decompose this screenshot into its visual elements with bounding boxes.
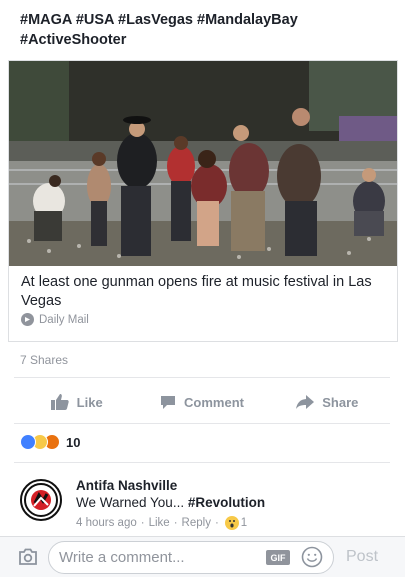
like-button[interactable]: Like — [14, 384, 139, 420]
like-label: Like — [76, 394, 103, 410]
like-icon — [20, 434, 36, 450]
comment-input[interactable]: Write a comment... — [48, 541, 334, 574]
comment-body: We Warned You... #Revolution — [76, 495, 265, 510]
comment-placeholder: Write a comment... — [59, 549, 185, 566]
comment-button[interactable]: Comment — [139, 384, 264, 420]
comment-label: Comment — [184, 394, 244, 410]
wow-reaction-icon — [224, 516, 239, 530]
share-arrow-icon — [296, 395, 315, 409]
divider — [14, 377, 390, 378]
crowd-scene-image — [9, 61, 397, 266]
comment-composer: Write a comment... GIF Post — [0, 536, 405, 577]
comment-reply-link[interactable]: Reply — [182, 517, 211, 529]
divider — [14, 423, 390, 424]
source-name: Daily Mail — [39, 313, 89, 326]
thumbs-up-icon — [50, 394, 69, 410]
news-photo — [9, 61, 397, 266]
link-title[interactable]: At least one gunman opens fire at music … — [21, 273, 387, 311]
post-button[interactable]: Post — [346, 548, 378, 566]
post-hashtags: #MAGA #USA #LasVegas #MandalayBay #Activ… — [20, 12, 298, 48]
divider — [14, 462, 390, 463]
comment-author[interactable]: Antifa Nashville — [76, 478, 177, 493]
comment-time[interactable]: 4 hours ago — [76, 517, 137, 529]
emoji-icon[interactable] — [301, 546, 323, 568]
comment-meta: 4 hours ago · Like · Reply · 1 — [76, 516, 248, 530]
reaction-count: 10 — [66, 434, 81, 450]
share-button[interactable]: Share — [265, 384, 390, 420]
comment-icon — [161, 395, 176, 409]
gif-button[interactable]: GIF — [266, 550, 290, 565]
reactions-summary[interactable]: 10 — [20, 434, 80, 450]
antifa-logo-icon — [24, 483, 58, 517]
action-bar: Like Comment Share — [14, 384, 390, 420]
camera-icon[interactable] — [18, 548, 38, 565]
link-source: Daily Mail — [21, 313, 89, 326]
comment-hashtag[interactable]: #Revolution — [188, 495, 265, 510]
source-icon — [21, 313, 34, 326]
comment-reaction-count[interactable]: 1 — [241, 517, 247, 529]
link-preview-card[interactable]: At least one gunman opens fire at music … — [8, 60, 398, 342]
comment-text: We Warned You... — [76, 495, 188, 510]
share-label: Share — [322, 394, 359, 410]
comment-like-link[interactable]: Like — [149, 517, 170, 529]
commenter-avatar[interactable] — [20, 479, 62, 521]
shares-count[interactable]: 7 Shares — [20, 353, 68, 367]
